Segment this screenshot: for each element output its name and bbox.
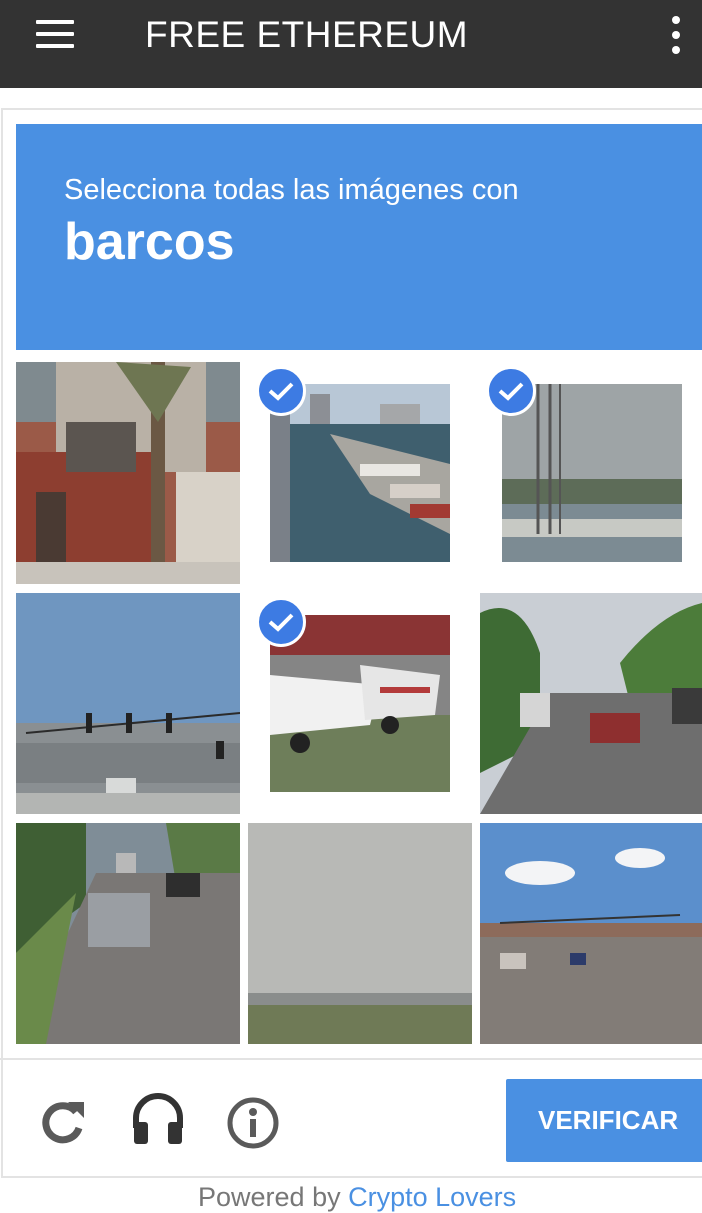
- captcha-tile-3[interactable]: [502, 384, 682, 562]
- captcha-header: Selecciona todas las imágenes con barcos: [16, 124, 702, 350]
- tile-image-intersection: [16, 593, 240, 814]
- tile-image-building: [16, 362, 240, 584]
- tile-image-sky: [248, 823, 472, 1044]
- captcha-target: barcos: [64, 213, 235, 271]
- captcha-footer-divider: [0, 1058, 702, 1060]
- checkmark-icon: [256, 366, 306, 416]
- captcha-tile-9[interactable]: [480, 823, 702, 1044]
- captcha-tile-6[interactable]: [480, 593, 702, 814]
- tile-image-harbor: [502, 384, 682, 562]
- captcha-tile-7[interactable]: [16, 823, 240, 1044]
- powered-by: Powered by Crypto Lovers: [198, 1182, 516, 1213]
- captcha-tile-1[interactable]: [16, 362, 240, 584]
- captcha-tile-4[interactable]: [16, 593, 240, 814]
- checkmark-icon: [486, 366, 536, 416]
- app-title: FREE ETHEREUM: [145, 14, 469, 55]
- tile-image-marina: [270, 384, 450, 562]
- app-bar: FREE ETHEREUM: [0, 0, 702, 88]
- checkmark-icon: [256, 597, 306, 647]
- tile-image-boats-trailers: [270, 615, 450, 792]
- headphones-icon[interactable]: [130, 1092, 186, 1151]
- tile-image-road: [16, 823, 240, 1044]
- tile-image-street: [480, 823, 702, 1044]
- menu-icon[interactable]: [36, 20, 76, 48]
- tile-image-highway: [480, 593, 702, 814]
- more-options-icon[interactable]: [668, 16, 684, 54]
- captcha-tile-2[interactable]: [270, 384, 450, 562]
- info-icon[interactable]: [226, 1096, 280, 1155]
- powered-by-link[interactable]: Crypto Lovers: [348, 1182, 516, 1212]
- verify-button[interactable]: VERIFICAR: [506, 1079, 702, 1162]
- powered-by-prefix: Powered by: [198, 1182, 341, 1212]
- captcha-tile-5[interactable]: [270, 615, 450, 792]
- captcha-tile-8[interactable]: [248, 823, 472, 1044]
- reload-icon[interactable]: [38, 1098, 88, 1151]
- captcha-instruction: Selecciona todas las imágenes con: [64, 174, 519, 206]
